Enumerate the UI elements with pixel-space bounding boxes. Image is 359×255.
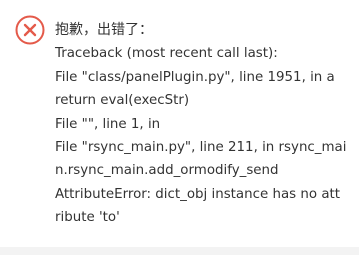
error-message: 抱歉，出错了： Traceback (most recent call last…	[55, 19, 355, 230]
traceback-line: return eval(execStr)	[55, 93, 190, 109]
traceback-line: File "", line 1, in	[55, 116, 161, 132]
traceback-line: Traceback (most recent call last):	[55, 46, 278, 62]
traceback-line: ribute 'to'	[55, 210, 120, 226]
traceback-line: File "class/panelPlugin.py", line 1951, …	[55, 69, 335, 85]
background-page-strip	[0, 247, 359, 255]
traceback-line: n.rsync_main.add_ormodify_send	[55, 163, 279, 179]
traceback-line: File "rsync_main.py", line 211, in rsync…	[55, 140, 347, 156]
error-icon	[15, 15, 45, 45]
error-title: 抱歉，出错了：	[55, 22, 153, 38]
error-dialog: 抱歉，出错了： Traceback (most recent call last…	[0, 0, 359, 246]
traceback-line: AttributeError: dict_obj instance has no…	[55, 186, 341, 202]
